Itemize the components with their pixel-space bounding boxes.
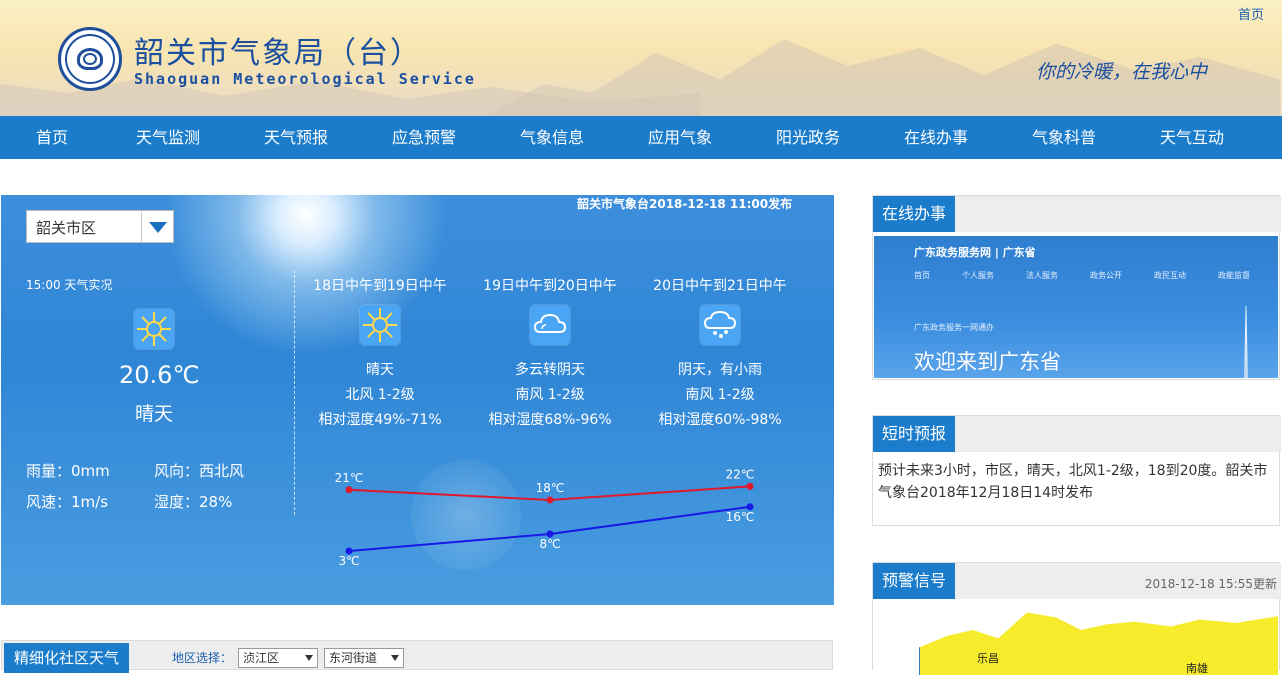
forecast-period: 18日中午到19日中午 [313, 278, 447, 294]
nav-interaction[interactable]: 天气互动 [1128, 116, 1256, 159]
forecast-desc: 晴天 [366, 362, 394, 378]
logo-swirl-inner [83, 53, 97, 65]
forecast-period: 20日中午到21日中午 [653, 278, 787, 294]
online-services-header: 在线办事 [873, 196, 1281, 232]
city-select-value: 韶关市区 [36, 219, 97, 237]
community-weather-tab[interactable]: 精细化社区天气 [4, 643, 130, 673]
high-temp-point [746, 482, 754, 490]
high-temp-point [546, 496, 554, 504]
high-temp-label: 22℃ [726, 467, 755, 481]
rain-cloud-icon-svg [703, 310, 737, 338]
community-weather-bar: 精细化社区天气 地区选择： 浈江区 东河街道 [1, 640, 833, 673]
short-forecast-tab[interactable]: 短时预报 [873, 416, 956, 452]
site-subtitle: Shaoguan Meteorological Service [134, 70, 476, 88]
forecast-wind: 北风 1-2级 [345, 387, 415, 403]
gd-menu-item: 政务公开 [1090, 271, 1122, 280]
gd-banner-logo: 广东政务服务网 | 广东省 [914, 246, 1036, 259]
forecast-desc: 多云转阴天 [515, 362, 585, 378]
forecast-humidity: 相对湿度49%-71% [318, 412, 442, 428]
short-forecast-header: 短时预报 [873, 416, 1281, 452]
city-select[interactable]: 韶关市区 [26, 210, 174, 243]
sun-icon [360, 305, 400, 345]
online-services-tab[interactable]: 在线办事 [873, 196, 956, 232]
forecast-period: 19日中午到20日中午 [483, 278, 617, 294]
low-temp-label: 16℃ [726, 510, 755, 524]
gd-menu-item: 首页 [914, 271, 930, 280]
nav-applied-meteorology[interactable]: 应用气象 [616, 116, 744, 159]
forecast-humidity: 相对湿度68%-96% [488, 412, 612, 428]
main-nav: 首页 天气监测 天气预报 应急预警 气象信息 应用气象 阳光政务 在线办事 气象… [0, 116, 1282, 159]
short-forecast-box: 短时预报 预计未来3小时，市区，晴天，北风1-2级，18到20度。韶关市气象台2… [872, 415, 1281, 526]
street-select-value: 东河街道 [329, 651, 378, 665]
nav-meteorological-info[interactable]: 气象信息 [488, 116, 616, 159]
chevron-down-icon [149, 222, 167, 233]
weather-panel: 韶关市气象台2018-12-18 11:00发布 韶关市区 15:00 天气实况… [1, 195, 834, 605]
chevron-down-icon [305, 655, 313, 661]
warning-signal-box: 预警信号 2018-12-18 15:55更新 乐昌 南雄 [872, 562, 1281, 675]
forecast-humidity: 相对湿度60%-98% [658, 412, 782, 428]
rain-cloud-icon [700, 305, 740, 345]
low-temp-label: 3℃ [338, 554, 359, 565]
map-region [919, 612, 1278, 675]
low-temp-label: 8℃ [539, 537, 560, 551]
header-slogan: 你的冷暖，在我心中 [1036, 61, 1208, 83]
warning-updated-time: 2018-12-18 15:55更新 [1144, 577, 1277, 591]
gd-service-banner[interactable]: 广东政务服务网 | 广东省 首页 个人服务 法人服务 政务公开 政民互动 政能监… [874, 236, 1278, 378]
street-select[interactable]: 东河街道 [324, 648, 404, 668]
map-city-lechang: 乐昌 [977, 652, 999, 665]
map-city-nanxiong: 南雄 [1186, 662, 1208, 675]
home-link[interactable]: 首页 [1238, 4, 1264, 23]
forecast-desc: 阴天，有小雨 [678, 362, 762, 378]
high-temp-label: 21℃ [335, 471, 364, 485]
nav-emergency-warning[interactable]: 应急预警 [360, 116, 488, 159]
nav-science[interactable]: 气象科普 [1000, 116, 1128, 159]
now-temperature: 20.6℃ [119, 361, 200, 389]
high-temp-point [345, 486, 353, 494]
nav-government-affairs[interactable]: 阳光政务 [744, 116, 872, 159]
forecast-wind: 南风 1-2级 [515, 387, 585, 403]
gd-banner-menu: 首页 个人服务 法人服务 政务公开 政民互动 政能监督 [914, 270, 1250, 281]
now-label: 15:00 天气实况 [26, 278, 113, 292]
now-wind-direction: 风向：西北风 [154, 462, 245, 480]
gd-banner-subtitle: 广东政务服务一网通办 [914, 323, 994, 332]
city-select-toggle[interactable] [141, 211, 173, 242]
warning-signal-tab[interactable]: 预警信号 [873, 563, 956, 599]
warning-map[interactable]: 乐昌 南雄 [874, 605, 1278, 675]
short-forecast-text: 预计未来3小时，市区，晴天，北风1-2级，18到20度。韶关市气象台2018年1… [878, 463, 1268, 501]
cloud-icon [530, 305, 570, 345]
site-header: 韶关市气象局（台） Shaoguan Meteorological Servic… [0, 0, 1282, 116]
temperature-trend-chart: 21℃ 18℃ 22℃ 3℃ 8℃ 16℃ [335, 467, 755, 565]
cma-logo-icon[interactable] [58, 27, 122, 91]
site-title: 韶关市气象局（台） [134, 36, 422, 71]
now-humidity: 湿度：28% [154, 493, 233, 511]
nav-weather-forecast[interactable]: 天气预报 [232, 116, 360, 159]
chevron-down-icon [391, 655, 399, 661]
nav-home[interactable]: 首页 [0, 116, 104, 159]
region-select-label: 地区选择： [172, 651, 233, 665]
gd-menu-item: 政能监督 [1218, 271, 1250, 280]
nav-online-services[interactable]: 在线办事 [872, 116, 1000, 159]
warning-signal-header: 预警信号 2018-12-18 15:55更新 [873, 563, 1281, 599]
publish-info: 韶关市气象台2018-12-18 11:00发布 [577, 197, 793, 211]
district-select[interactable]: 浈江区 [238, 648, 318, 668]
nav-weather-monitoring[interactable]: 天气监测 [104, 116, 232, 159]
now-wind-speed: 风速：1m/s [26, 493, 109, 511]
gd-menu-item: 政民互动 [1154, 271, 1186, 280]
cloud-icon-svg [533, 313, 567, 333]
forecast-day-3: 20日中午到21日中午 阴天，有小雨 南风 1-2级 相对湿度60%-98% [635, 275, 805, 428]
now-description: 晴天 [135, 403, 174, 425]
forecast-day-2: 19日中午到20日中午 多云转阴天 南风 1-2级 相对湿度68%-96% [465, 275, 635, 428]
district-select-value: 浈江区 [243, 651, 280, 665]
forecast-day-1: 18日中午到19日中午 晴天 北风 1-2级 相对湿度49%-71% [295, 275, 465, 428]
gd-menu-item: 法人服务 [1026, 271, 1058, 280]
high-temp-label: 18℃ [536, 481, 565, 495]
forecast-wind: 南风 1-2级 [685, 387, 755, 403]
gd-banner-welcome: 欢迎来到广东省 [914, 350, 1061, 374]
sun-icon [134, 309, 174, 349]
canton-tower-icon [1244, 306, 1248, 378]
now-rain: 雨量：0mm [26, 462, 110, 480]
online-services-box: 在线办事 广东政务服务网 | 广东省 首页 个人服务 法人服务 政务公开 政民互… [872, 195, 1281, 380]
gd-menu-item: 个人服务 [962, 271, 994, 280]
